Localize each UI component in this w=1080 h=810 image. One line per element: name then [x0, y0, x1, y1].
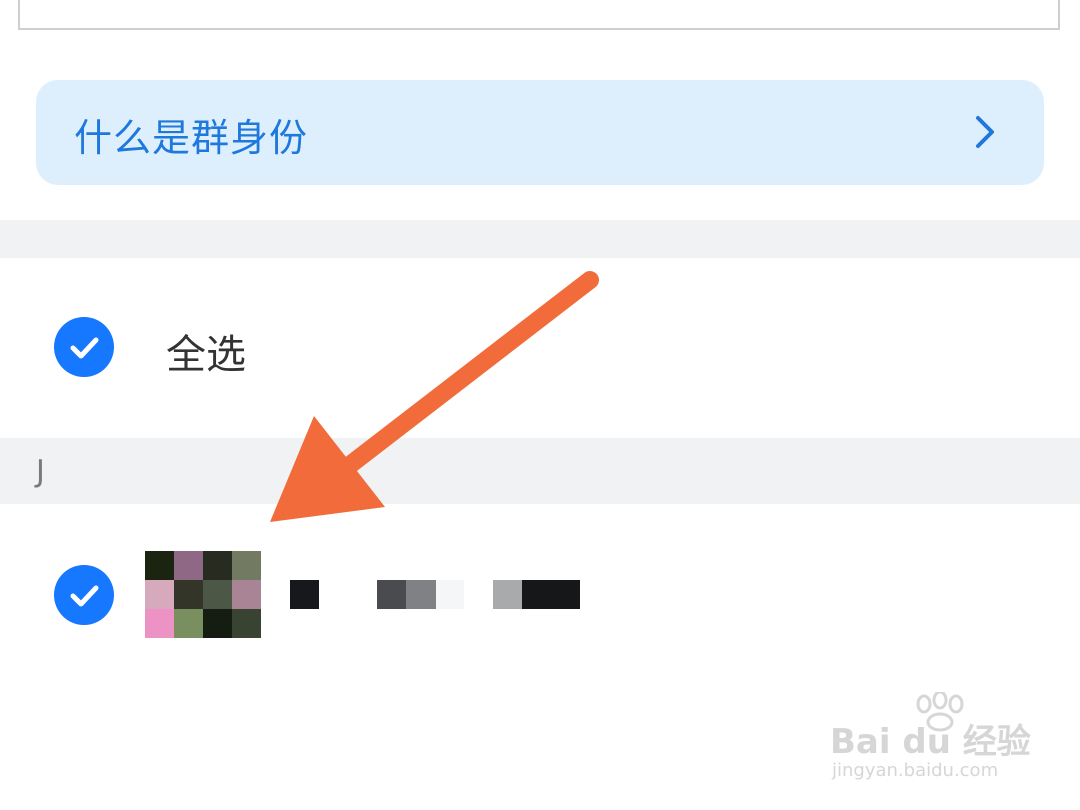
watermark-brand: Bai du 经验 [830, 722, 1031, 762]
orange-arrow-icon [270, 271, 599, 522]
baidu-jingyan-watermark: Bai du 经验 jingyan.baidu.com [826, 692, 1036, 792]
watermark-url: jingyan.baidu.com [832, 760, 999, 781]
